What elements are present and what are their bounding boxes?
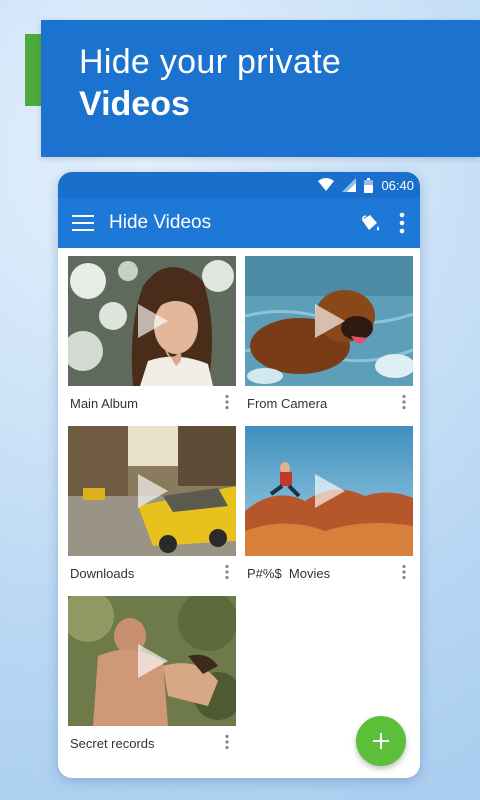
app-bar: Hide Videos [58,198,420,248]
album-thumbnail [68,426,236,556]
album-name: P#%$ Movies [247,566,331,581]
wifi-icon [318,178,335,191]
album-overflow-icon[interactable] [222,394,232,410]
hamburger-menu-icon[interactable] [72,213,96,233]
album-card-from-camera[interactable]: From Camera [245,256,413,416]
album-overflow-icon[interactable] [399,394,409,410]
album-overflow-icon[interactable] [222,564,232,580]
album-name: Secret records [70,736,155,751]
signal-icon [342,178,357,192]
album-name: From Camera [247,396,328,411]
promo-banner: Hide your private Videos [41,20,480,157]
album-card-downloads[interactable]: Downloads [68,426,236,586]
promo-subject: Videos [79,85,190,123]
status-time: 06:40 [381,177,414,193]
album-name: Downloads [70,566,135,581]
album-thumbnail [245,256,413,386]
album-card-movies[interactable]: P#%$ Movies [245,426,413,586]
play-icon [138,644,168,678]
promo-headline: Hide your private [79,43,342,81]
status-bar: 06:40 [58,172,420,198]
album-name: Main Album [70,396,138,411]
album-thumbnail [68,596,236,726]
battery-icon [364,177,374,193]
album-thumbnail [245,426,413,556]
album-thumbnail [68,256,236,386]
play-icon [138,304,168,338]
add-album-button[interactable] [356,716,406,766]
promo-accent-bar [25,34,41,106]
play-icon [315,474,345,508]
album-overflow-icon[interactable] [222,734,232,750]
more-vertical-icon[interactable] [394,211,410,235]
app-title: Hide Videos [109,212,212,233]
plus-icon [373,733,389,749]
album-overflow-icon[interactable] [399,564,409,580]
play-icon [138,474,168,508]
play-icon [315,304,345,338]
phone-screen: 06:40 Hide Videos Main Album From Camera… [58,172,420,778]
album-card-secret-records[interactable]: Secret records [68,596,236,756]
paint-bucket-icon[interactable] [358,211,382,235]
album-card-main-album[interactable]: Main Album [68,256,236,416]
